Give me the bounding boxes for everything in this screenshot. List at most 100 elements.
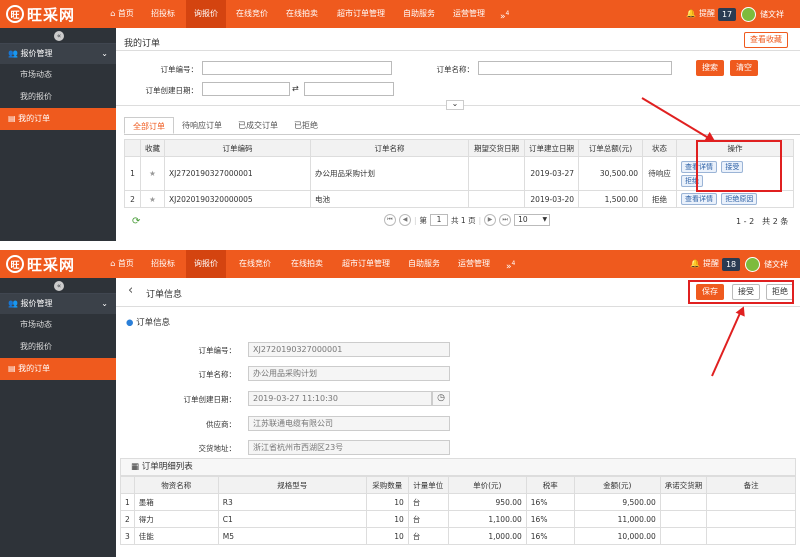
date-to-input[interactable] xyxy=(304,82,394,96)
back-button[interactable]: ‹ xyxy=(128,283,133,298)
bell-icon: 🔔 xyxy=(686,9,696,18)
sidebar-toggle[interactable]: « xyxy=(0,278,116,294)
nav-more-button[interactable]: »4 xyxy=(506,250,515,278)
tab-completed-orders[interactable]: 已成交订单 xyxy=(230,117,286,134)
logo-icon: 旺 xyxy=(6,5,24,23)
collapse-search-button[interactable]: ⌄ xyxy=(446,100,464,110)
nav-online-auction[interactable]: 在线拍卖 xyxy=(282,250,332,278)
nav-supermarket-orders[interactable]: 超市订单管理 xyxy=(330,0,392,28)
page-title: 订单信息 xyxy=(146,290,183,300)
sidebar-item-my-orders[interactable]: ▤ 我的订单 xyxy=(0,358,121,380)
notification-button[interactable]: 🔔 提醒 18 xyxy=(690,250,741,278)
last-page-button[interactable]: ⏭ xyxy=(499,214,512,226)
col-index xyxy=(124,139,141,157)
notification-count: 18 xyxy=(721,257,741,271)
view-detail-button[interactable]: 查看详情 xyxy=(681,193,717,205)
field-label: 交货地址： xyxy=(198,444,237,453)
prev-page-button[interactable]: ◀ xyxy=(399,214,411,226)
order-name-label: 订单名称： xyxy=(436,65,475,74)
nav-online-bidding[interactable]: 在线竞价 xyxy=(230,250,280,278)
logo[interactable]: 旺 旺采网 xyxy=(6,4,75,24)
nav-operations[interactable]: 运营管理 xyxy=(448,0,490,28)
notification-button[interactable]: 🔔 提醒 17 xyxy=(686,0,737,28)
status-cell: 待响应 xyxy=(642,156,677,191)
supplier-field: 江苏联通电缆有限公司 xyxy=(248,416,450,431)
date-from-input[interactable] xyxy=(202,82,290,96)
detail-table: 物资名称 规格型号 采购数量 计量单位 单价(元) 税率 金额(元) 承诺交货期… xyxy=(120,476,796,545)
sidebar-item-my-orders[interactable]: ▤ 我的订单 xyxy=(0,108,121,130)
next-page-button[interactable]: ▶ xyxy=(484,214,497,226)
nav-supermarket-orders[interactable]: 超市订单管理 xyxy=(334,250,398,278)
top-navigation: 旺 旺采网 ⌂ 首页 招投标 询报价 在线竞价 在线拍卖 超市订单管理 自助服务… xyxy=(0,0,800,28)
nav-more-button[interactable]: »4 xyxy=(500,0,509,28)
user-name: 储文祥 xyxy=(764,259,788,269)
table-row: 2 ★ XJ2020190320000005 电池 2019-03-20 1,5… xyxy=(124,190,794,208)
page-number-input[interactable]: 1 xyxy=(430,214,449,226)
avatar xyxy=(745,256,760,272)
tab-pending-orders[interactable]: 待响应订单 xyxy=(174,117,230,134)
order-no-label: 订单编号： xyxy=(160,65,199,74)
sidebar: « 👥 报价管理 ⌄ 市场动态 我的报价 ▤ 我的订单 xyxy=(0,278,121,557)
sidebar-group-quote-mgmt[interactable]: 👥 报价管理 ⌄ xyxy=(0,44,116,64)
nav-operations[interactable]: 运营管理 xyxy=(452,250,496,278)
sidebar-item-market[interactable]: 市场动态 xyxy=(0,314,116,336)
sidebar-item-my-quotes[interactable]: 我的报价 xyxy=(0,336,116,358)
notification-count: 17 xyxy=(717,7,737,21)
table-row: 1 墨箱 R3 10 台 950.00 16% 9,500.00 xyxy=(120,493,796,511)
clear-button[interactable]: 清空 xyxy=(730,60,758,76)
order-list-screen: 旺 旺采网 ⌂ 首页 招投标 询报价 在线竞价 在线拍卖 超市订单管理 自助服务… xyxy=(0,0,800,241)
avatar xyxy=(741,6,756,22)
logo[interactable]: 旺 旺采网 xyxy=(6,254,75,274)
range-separator-icon: ⇄ xyxy=(292,84,299,93)
nav-bidding[interactable]: 招投标 xyxy=(142,250,184,278)
search-button[interactable]: 搜索 xyxy=(696,60,724,76)
tab-rejected-orders[interactable]: 已拒绝 xyxy=(286,117,326,134)
clock-icon[interactable]: ◷ xyxy=(432,391,450,406)
grid-icon: ▦ xyxy=(131,462,140,472)
sidebar-group-quote-mgmt[interactable]: 👥 报价管理 ⌄ xyxy=(0,294,116,314)
tab-divider xyxy=(124,134,800,135)
pagination: ⏮ ◀ | 第 1 共 1 页 | ▶ ⏭ 10 ▼ xyxy=(384,214,551,226)
sidebar-item-my-quotes[interactable]: 我的报价 xyxy=(0,86,116,108)
nav-inquiry[interactable]: 询报价 xyxy=(186,0,226,28)
order-name-input[interactable] xyxy=(478,61,672,75)
refresh-icon[interactable]: ⟳ xyxy=(132,216,140,227)
order-name-cell: 电池 xyxy=(310,190,469,208)
nav-inquiry[interactable]: 询报价 xyxy=(186,250,226,278)
field-label: 订单名称： xyxy=(198,370,237,379)
logo-text: 旺采网 xyxy=(27,5,76,24)
page-size-select[interactable]: 10 ▼ xyxy=(514,214,551,226)
nav-online-bidding[interactable]: 在线竞价 xyxy=(228,0,276,28)
nav-home[interactable]: ⌂ 首页 xyxy=(104,250,140,278)
star-icon[interactable]: ★ xyxy=(140,190,165,208)
tab-all-orders[interactable]: 全部订单 xyxy=(124,117,174,134)
col-order-code: 订单编码 xyxy=(164,139,311,157)
nav-self-service[interactable]: 自助服务 xyxy=(402,250,446,278)
star-icon[interactable]: ★ xyxy=(140,156,165,191)
nav-bidding[interactable]: 招投标 xyxy=(142,0,184,28)
user-menu[interactable]: 储文祥 xyxy=(745,250,788,278)
expected-date-cell xyxy=(468,156,525,191)
sidebar-item-market[interactable]: 市场动态 xyxy=(0,64,116,86)
col-status: 状态 xyxy=(642,139,677,157)
delivery-address-field: 浙江省杭州市西湖区23号 xyxy=(248,440,450,455)
order-no-input[interactable] xyxy=(202,61,392,75)
divider xyxy=(116,306,800,307)
nav-home[interactable]: ⌂ 首页 xyxy=(104,0,140,28)
view-favorites-button[interactable]: 查看收藏 xyxy=(744,32,788,48)
field-label: 供应商： xyxy=(206,420,236,429)
table-header-row: 收藏 订单编码 订单名称 期望交货日期 订单建立日期 订单总额(元) 状态 操作 xyxy=(124,139,794,157)
total-cell: 30,500.00 xyxy=(578,156,643,191)
user-name: 储文祥 xyxy=(760,9,784,19)
created-date-field: 2019-03-27 11:10:30 xyxy=(248,391,432,406)
user-menu[interactable]: 储文祥 xyxy=(741,0,784,28)
sidebar-toggle[interactable]: « xyxy=(0,28,116,44)
order-tabs: 全部订单 待响应订单 已成交订单 已拒绝 xyxy=(124,117,326,134)
first-page-button[interactable]: ⏮ xyxy=(384,214,396,226)
order-icon: ▤ xyxy=(8,364,16,373)
reject-reason-button[interactable]: 拒绝原因 xyxy=(721,193,758,205)
col-created-date: 订单建立日期 xyxy=(524,139,579,157)
created-date-cell: 2019-03-27 xyxy=(524,156,579,191)
nav-online-auction[interactable]: 在线拍卖 xyxy=(278,0,326,28)
nav-self-service[interactable]: 自助服务 xyxy=(398,0,440,28)
